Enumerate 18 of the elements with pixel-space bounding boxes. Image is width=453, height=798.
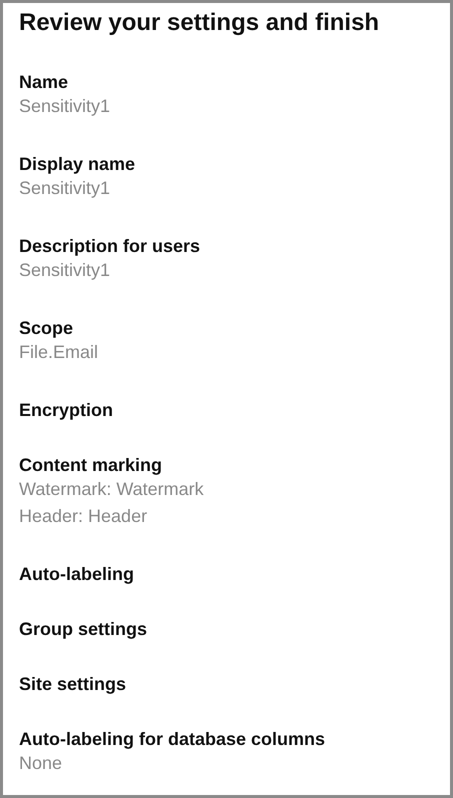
setting-label: Name [19, 71, 70, 93]
setting-value: Sensitivity1 [19, 177, 112, 200]
setting-label: Site settings [19, 673, 128, 695]
page-title: Review your settings and finish [19, 9, 380, 37]
setting-label: Auto-labeling for database columns [19, 728, 326, 750]
setting-label: Description for users [19, 235, 202, 257]
setting-label: Group settings [19, 618, 148, 640]
setting-value: None [19, 752, 64, 775]
setting-label: Encryption [19, 399, 114, 421]
setting-value: Sensitivity1 [19, 95, 112, 118]
setting-label: Auto-labeling [19, 563, 135, 585]
setting-value: File.Email [19, 341, 100, 364]
setting-label: Display name [19, 153, 136, 175]
setting-value: Header: Header [19, 505, 148, 528]
setting-label: Scope [19, 317, 74, 339]
setting-value: Watermark: Watermark [19, 478, 205, 501]
setting-value: Sensitivity1 [19, 259, 112, 282]
setting-label: Content marking [19, 454, 164, 476]
